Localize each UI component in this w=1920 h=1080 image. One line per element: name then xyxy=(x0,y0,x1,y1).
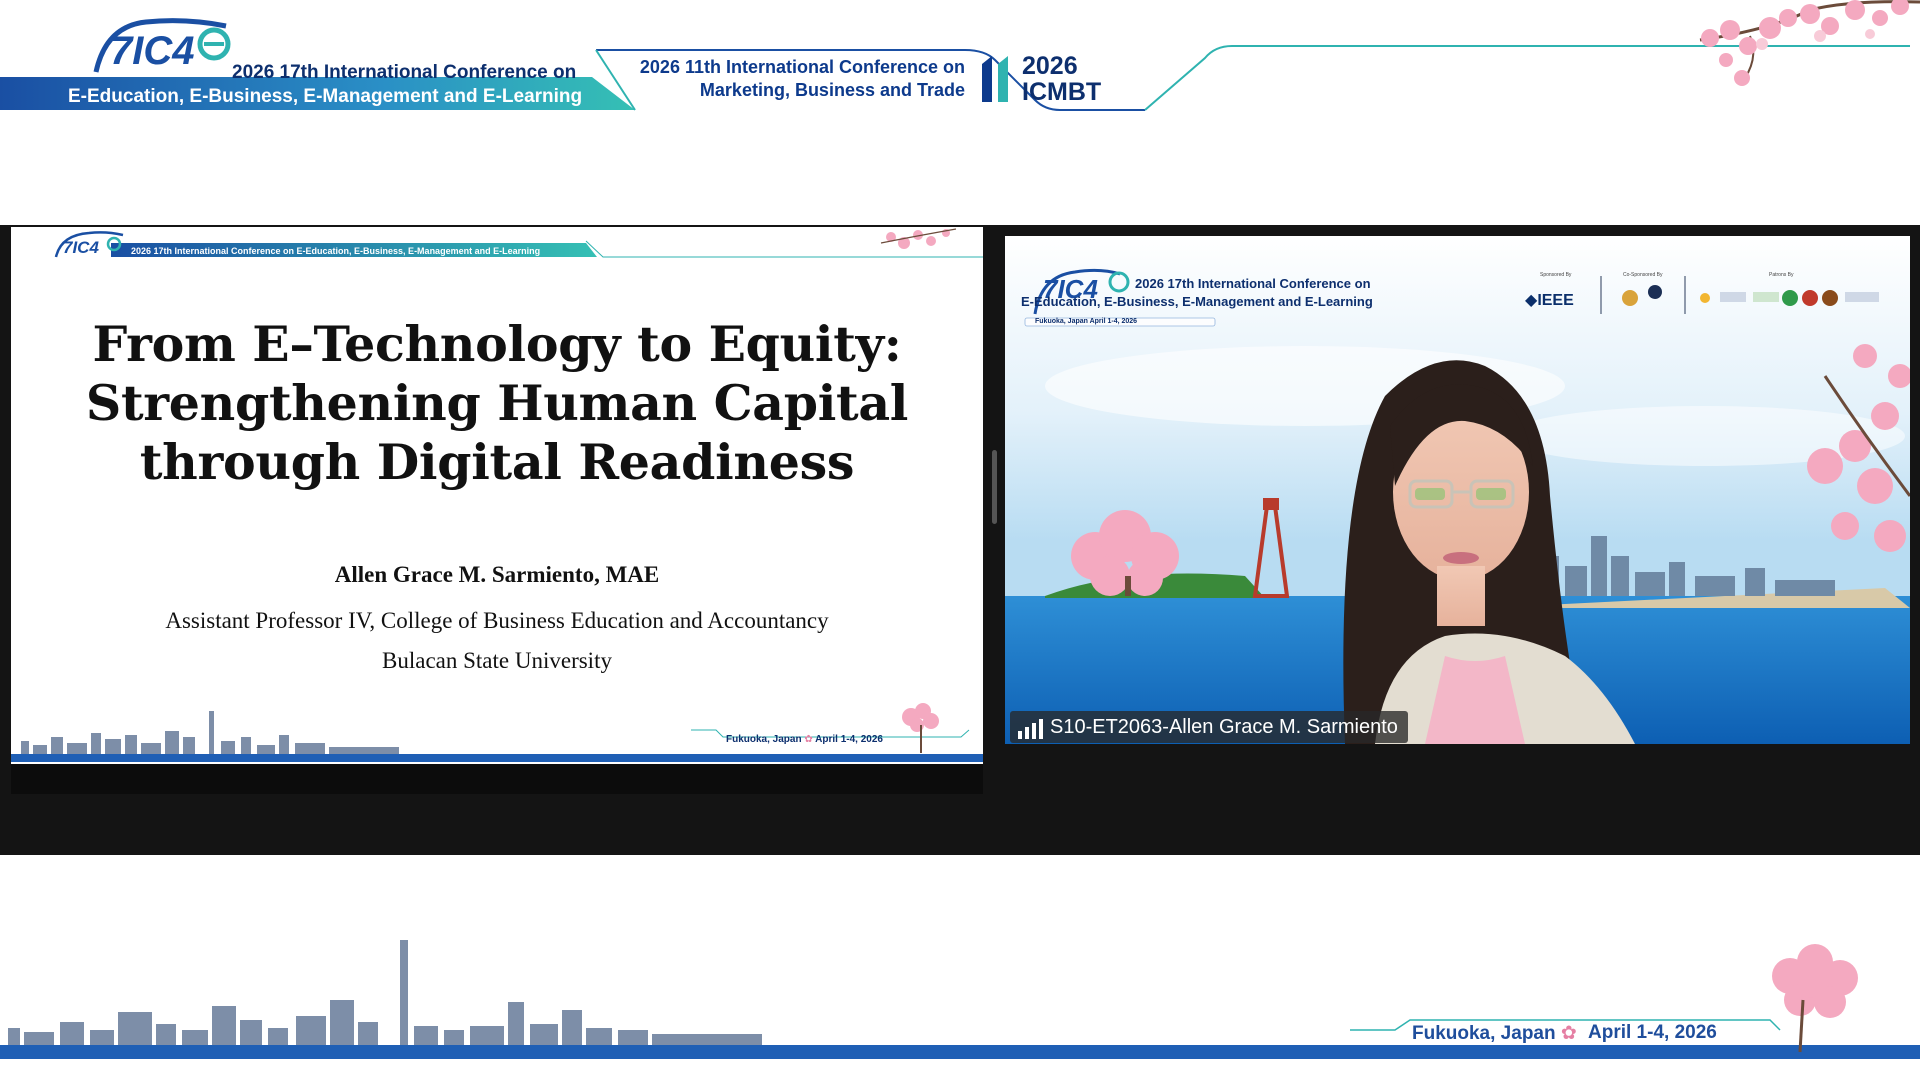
slide-affiliation: Assistant Professor IV, College of Busin… xyxy=(11,601,983,681)
slide-footer-location: Fukuoka, Japan xyxy=(726,734,802,745)
background-conference-subtitle: E-Education, E-Business, E-Management an… xyxy=(1021,294,1373,309)
participant-video-tile[interactable]: 7IC4 2026 17th International Conference … xyxy=(1005,236,1910,744)
slide-letterbox-bar xyxy=(11,764,983,794)
ieee-logo-text: IEEE xyxy=(1537,292,1574,309)
slide-title-line: Strengthening Human Capital xyxy=(85,374,909,432)
ieee-logo: ◆IEEE xyxy=(1525,290,1574,310)
slide-footer-date-text: April 1-4, 2026 xyxy=(815,734,883,745)
slide-title: From E–Technology to Equity: Strengtheni… xyxy=(11,315,983,492)
slide-footer-date: Fukuoka, Japan ✿ April 1-4, 2026 xyxy=(726,734,883,745)
sponsored-by-label: Sponsored By xyxy=(1540,272,1572,278)
background-conference-date: Fukuoka, Japan April 1-4, 2026 xyxy=(1035,318,1138,325)
second-conference-title-line1: 2026 11th International Conference on xyxy=(639,57,965,77)
slide-title-line: From E–Technology to Equity: xyxy=(92,315,902,373)
virtual-background-scene: 7IC4 xyxy=(1005,236,1910,744)
cherry-blossom-decoration-icon xyxy=(1699,0,1920,86)
svg-text:7IC4: 7IC4 xyxy=(63,238,99,257)
conference-logo-icon: 7IC4 xyxy=(93,18,231,73)
slide-affiliation-line: Bulacan State University xyxy=(382,648,612,673)
svg-text:7IC4: 7IC4 xyxy=(110,29,195,73)
split-view-resize-handle[interactable] xyxy=(992,450,997,524)
footer-date: April 1-4, 2026 xyxy=(1588,1022,1717,1043)
conference-title: 2026 17th International Conference on xyxy=(232,62,577,83)
background-conference-title: 2026 17th International Conference on xyxy=(1135,276,1371,291)
footer-skyline-banner xyxy=(0,940,1920,1059)
slide-header-text: 2026 17th International Conference on E-… xyxy=(131,246,541,256)
slide-affiliation-line: Assistant Professor IV, College of Busin… xyxy=(165,608,829,633)
icmbt-logo-name: ICMBT xyxy=(1022,78,1102,106)
connection-signal-icon[interactable] xyxy=(1016,717,1044,739)
second-conference-title-line2: Marketing, Business and Trade xyxy=(699,80,965,100)
slide-title-line: through Digital Readiness xyxy=(139,433,855,491)
slide-author: Allen Grace M. Sarmiento, MAE xyxy=(334,562,660,587)
patrons-by-label: Patrons By xyxy=(1769,272,1794,278)
footer-location-text: Fukuoka, Japan xyxy=(1412,1023,1556,1044)
ieee-diamond-icon: ◆ xyxy=(1525,292,1538,309)
blossom-icon: ✿ xyxy=(804,734,813,745)
footer-location: Fukuoka, Japan ✿ xyxy=(1412,1022,1577,1045)
second-conference-title: 2026 11th International Conference on Ma… xyxy=(630,56,965,102)
blossom-icon: ✿ xyxy=(1560,1023,1577,1044)
conference-subtitle: E-Education, E-Business, E-Management an… xyxy=(68,86,583,107)
shared-presentation-slide[interactable]: 7IC4 2026 17th International Conference … xyxy=(11,227,983,764)
cosponsored-by-label: Co-Sponsored By xyxy=(1623,272,1663,278)
icmbt-logo-year: 2026 xyxy=(1022,52,1078,80)
slide-footer-skyline xyxy=(11,703,983,762)
participant-name-tag: S10-ET2063-Allen Grace M. Sarmiento xyxy=(1010,711,1408,743)
icmbt-logo-icon xyxy=(982,56,1008,102)
